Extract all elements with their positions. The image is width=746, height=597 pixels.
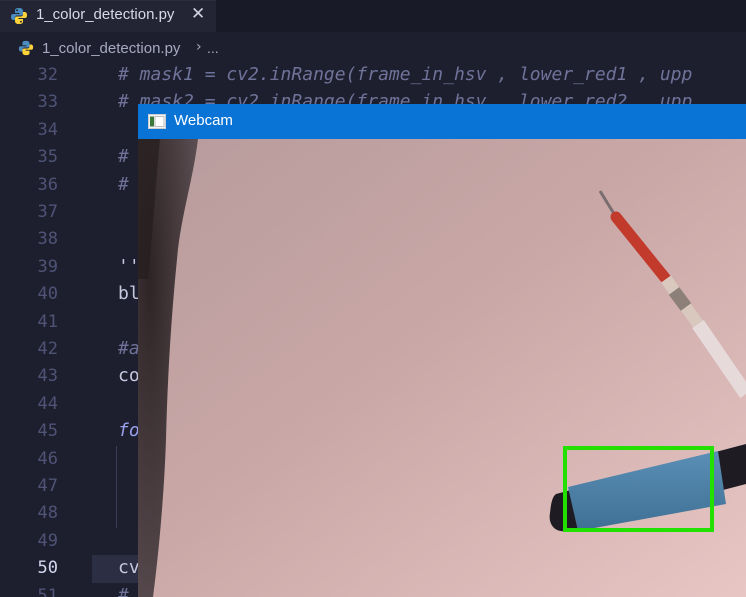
code-line[interactable]: '' <box>118 256 140 277</box>
code-line[interactable]: # mask1 = cv2.inRange(frame_in_hsv , low… <box>118 64 692 85</box>
code-line[interactable]: #a <box>118 338 140 359</box>
code-line[interactable]: co <box>118 365 140 386</box>
line-number: 41 <box>37 311 58 332</box>
window-title: Webcam <box>174 112 233 129</box>
line-number: 36 <box>37 174 58 195</box>
code-line[interactable]: cv <box>118 557 140 578</box>
breadcrumb-separator: › <box>196 39 202 55</box>
line-number: 48 <box>37 503 58 524</box>
code-line[interactable]: # <box>118 585 129 597</box>
line-number: 39 <box>37 256 58 277</box>
tab-label: 1_color_detection.py <box>36 6 175 23</box>
breadcrumb-more[interactable]: ... <box>207 40 219 56</box>
line-number: 34 <box>37 119 58 140</box>
breadcrumb-file[interactable]: 1_color_detection.py <box>42 40 180 57</box>
line-number: 32 <box>37 65 58 85</box>
indent-guide <box>116 445 117 528</box>
line-number: 38 <box>37 229 58 250</box>
line-number: 37 <box>37 202 58 222</box>
line-number: 43 <box>37 366 58 387</box>
code-line[interactable]: bl <box>118 283 140 304</box>
line-number: 46 <box>37 448 58 469</box>
breadcrumb: 1_color_detection.py › ... <box>0 32 746 62</box>
line-number: 42 <box>37 339 58 359</box>
webcam-feed <box>138 139 746 597</box>
line-number: 35 <box>37 147 58 168</box>
close-icon[interactable]: ✕ <box>191 4 205 24</box>
window-titlebar[interactable]: Webcam <box>138 104 746 139</box>
line-number: 50 <box>37 558 58 579</box>
window-app-icon <box>148 114 166 129</box>
tab-1-color-detection[interactable]: 1_color_detection.py ✕ <box>0 0 216 32</box>
line-number: 51 <box>37 585 58 597</box>
code-line[interactable]: fo <box>118 420 140 441</box>
code-line[interactable]: # <box>118 146 129 167</box>
line-number: 49 <box>37 530 58 551</box>
editor-tab-bar: 1_color_detection.py ✕ <box>0 0 746 32</box>
python-icon <box>11 8 27 24</box>
webcam-window[interactable]: Webcam <box>138 104 746 597</box>
line-number: 44 <box>37 393 58 414</box>
line-number: 33 <box>37 92 58 113</box>
line-number: 47 <box>37 476 58 496</box>
code-line[interactable]: # <box>118 174 129 195</box>
python-icon <box>18 40 34 56</box>
line-number: 40 <box>37 284 58 305</box>
line-number: 45 <box>37 421 58 442</box>
